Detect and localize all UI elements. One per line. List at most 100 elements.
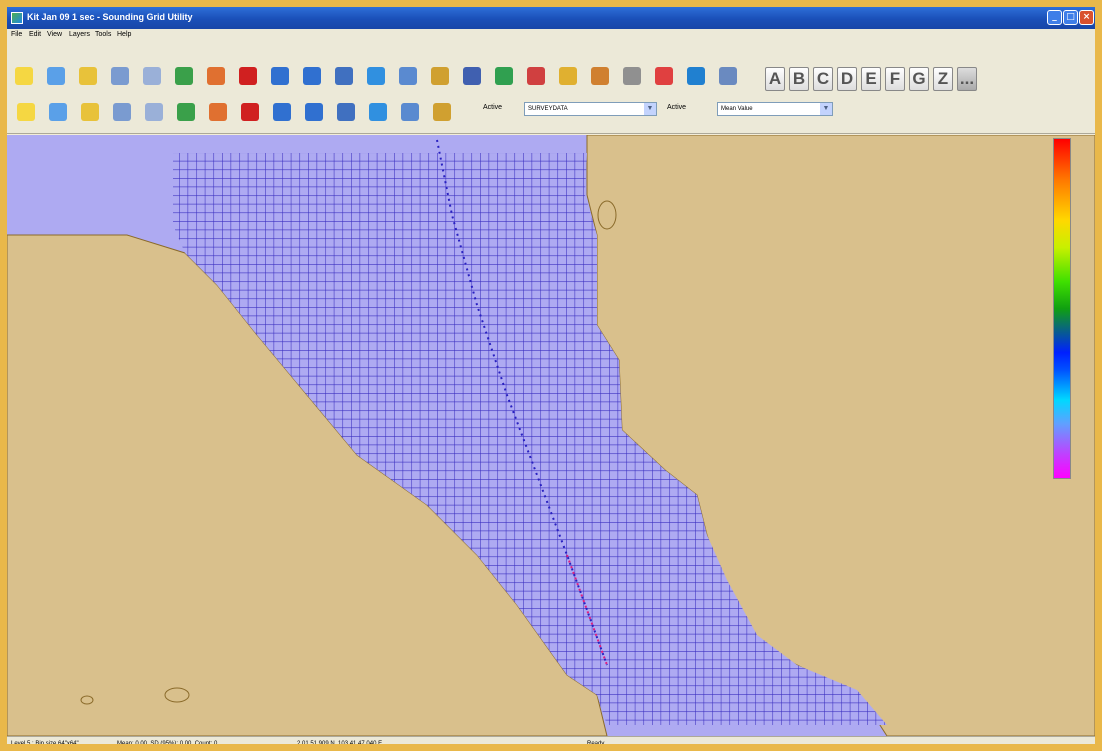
- application-window: Kit Jan 09 1 sec - Sounding Grid Utility…: [0, 0, 1102, 751]
- layer-z-button[interactable]: Z: [933, 67, 953, 91]
- measure-icon[interactable]: [173, 99, 199, 125]
- open-glyph: [47, 67, 65, 85]
- active-value-value: Mean Value: [721, 106, 753, 112]
- menu-file[interactable]: File: [11, 31, 22, 38]
- print-glyph: [111, 67, 129, 85]
- menu-tools[interactable]: Tools: [95, 31, 111, 38]
- depth-color-legend: [1053, 138, 1071, 479]
- zoom-prev-icon[interactable]: [619, 63, 645, 89]
- contour-glyph: [305, 103, 323, 121]
- status-coordinates: 2,01,51.909 N, 103,41,47.040 E: [297, 741, 383, 747]
- title-bar[interactable]: Kit Jan 09 1 sec - Sounding Grid Utility…: [7, 7, 1095, 29]
- layer-b-button[interactable]: B: [789, 67, 809, 91]
- select-icon[interactable]: [395, 63, 421, 89]
- node-tool-icon[interactable]: [141, 99, 167, 125]
- layer-c-button[interactable]: C: [813, 67, 833, 91]
- menu-bar: File Edit View Layers Tools Help: [7, 29, 1095, 42]
- histogram-glyph: [433, 103, 451, 121]
- refresh-icon[interactable]: [363, 63, 389, 89]
- zoom-select-glyph: [591, 67, 609, 85]
- info-glyph: [655, 67, 673, 85]
- pan-glyph: [271, 67, 289, 85]
- line-tool-glyph: [113, 103, 131, 121]
- layers-icon[interactable]: [75, 63, 101, 89]
- pan-2-glyph: [303, 67, 321, 85]
- globe-glyph: [687, 67, 705, 85]
- print-icon[interactable]: [107, 63, 133, 89]
- grid-icon[interactable]: [333, 99, 359, 125]
- layer-f-button[interactable]: F: [885, 67, 905, 91]
- menu-layers[interactable]: Layers: [69, 31, 90, 38]
- active-layer-label: Active: [483, 104, 503, 111]
- zoom-extent-glyph: [559, 67, 577, 85]
- color-ramp-glyph: [369, 103, 387, 121]
- surface-icon[interactable]: [269, 99, 295, 125]
- status-state: Ready: [587, 741, 605, 747]
- surface-glyph: [273, 103, 291, 121]
- layer-a-button[interactable]: A: [765, 67, 785, 91]
- download-red-icon[interactable]: [203, 63, 229, 89]
- active-layer-value: SURVEYDATA: [528, 106, 568, 112]
- new-icon[interactable]: [11, 63, 37, 89]
- globe-icon[interactable]: [683, 63, 709, 89]
- node-tool-glyph: [145, 103, 163, 121]
- zoom-in-glyph: [495, 67, 513, 85]
- info-icon[interactable]: [651, 63, 677, 89]
- delete-glyph: [239, 67, 257, 85]
- zoom-out-icon[interactable]: [523, 63, 549, 89]
- island: [164, 687, 190, 703]
- pan-icon[interactable]: [267, 63, 293, 89]
- render-glyph: [401, 103, 419, 121]
- layer-d-button[interactable]: D: [837, 67, 857, 91]
- menu-view[interactable]: View: [47, 31, 62, 38]
- maximize-button[interactable]: □: [1063, 10, 1078, 25]
- download-green-glyph: [175, 67, 193, 85]
- grid-glyph: [337, 103, 355, 121]
- area-chart-icon[interactable]: [77, 99, 103, 125]
- pointer-icon[interactable]: [715, 63, 741, 89]
- refresh-glyph: [367, 67, 385, 85]
- polygon-glyph: [241, 103, 259, 121]
- zoom-out-glyph: [527, 67, 545, 85]
- render-icon[interactable]: [397, 99, 423, 125]
- active-value-select[interactable]: Mean Value ▼: [717, 102, 833, 116]
- shape-icon[interactable]: [205, 99, 231, 125]
- delete-icon[interactable]: [235, 63, 261, 89]
- open-icon[interactable]: [43, 63, 69, 89]
- contour-icon[interactable]: [301, 99, 327, 125]
- status-level: Level 5 : Bin size 64"x64": [11, 741, 79, 747]
- chart-map-view[interactable]: [7, 135, 1095, 736]
- layer-g-button[interactable]: G: [909, 67, 929, 91]
- satellite-glyph: [463, 67, 481, 85]
- more-button[interactable]: ...: [957, 67, 977, 91]
- zoom-in-icon[interactable]: [491, 63, 517, 89]
- pan-icon-2[interactable]: [299, 63, 325, 89]
- download-green-icon[interactable]: [171, 63, 197, 89]
- export-icon[interactable]: [331, 63, 357, 89]
- island: [597, 200, 617, 230]
- bar-chart-icon[interactable]: [45, 99, 71, 125]
- zoom-extent-icon[interactable]: [555, 63, 581, 89]
- page-glyph: [143, 67, 161, 85]
- status-bar: Level 5 : Bin size 64"x64" Mean: 0.00, S…: [7, 736, 1095, 747]
- histogram-icon[interactable]: [429, 99, 455, 125]
- layer-e-button[interactable]: E: [861, 67, 881, 91]
- active-layer-select[interactable]: SURVEYDATA ▼: [524, 102, 657, 116]
- menu-help[interactable]: Help: [117, 31, 131, 38]
- layers-glyph: [79, 67, 97, 85]
- line-tool-icon[interactable]: [109, 99, 135, 125]
- area-chart-glyph: [81, 103, 99, 121]
- zoom-select-icon[interactable]: [587, 63, 613, 89]
- page-icon[interactable]: [139, 63, 165, 89]
- close-button[interactable]: ×: [1079, 10, 1094, 25]
- sigma-icon[interactable]: [13, 99, 39, 125]
- minimize-button[interactable]: _: [1047, 10, 1062, 25]
- menu-edit[interactable]: Edit: [29, 31, 41, 38]
- zoom-prev-glyph: [623, 67, 641, 85]
- chevron-down-icon: ▼: [644, 103, 656, 115]
- zoom-icon[interactable]: [427, 63, 453, 89]
- color-ramp-icon[interactable]: [365, 99, 391, 125]
- satellite-icon[interactable]: [459, 63, 485, 89]
- app-icon: [11, 12, 23, 24]
- polygon-icon[interactable]: [237, 99, 263, 125]
